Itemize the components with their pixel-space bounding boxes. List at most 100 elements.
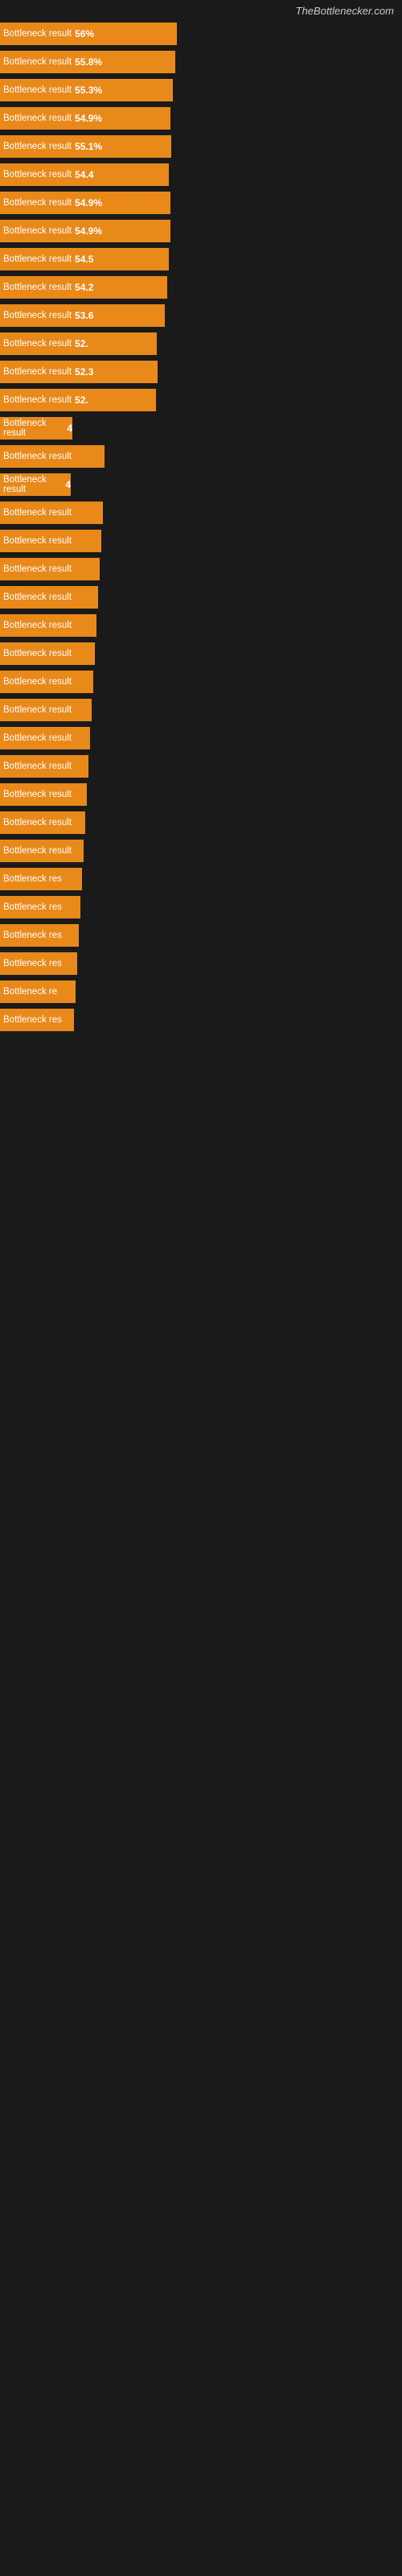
bar-fill: Bottleneck res (0, 1009, 74, 1031)
bar-fill: Bottleneck result (0, 642, 95, 665)
bar-container: Bottleneck result55.1% (0, 135, 402, 158)
bar-row: Bottleneck result (0, 753, 402, 781)
bar-fill: Bottleneck res (0, 952, 77, 975)
bar-fill: Bottleneck result (0, 727, 90, 749)
bar-label: Bottleneck result (3, 762, 72, 771)
bar-row: Bottleneck result (0, 781, 402, 809)
site-header: TheBottlenecker.com (0, 0, 402, 20)
bar-label: Bottleneck result (3, 475, 62, 494)
bar-label: Bottleneck res (3, 931, 62, 940)
bar-row: Bottleneck result (0, 640, 402, 668)
bar-fill: Bottleneck result56% (0, 23, 177, 45)
bar-fill: Bottleneck result52. (0, 332, 157, 355)
bar-container: Bottleneck result54.9% (0, 220, 402, 242)
bar-fill: Bottleneck result55.3% (0, 79, 173, 101)
bar-fill: Bottleneck result (0, 502, 103, 524)
bar-row: Bottleneck result (0, 499, 402, 527)
bar-value: 54.9% (72, 197, 102, 208)
bar-fill: Bottleneck result (0, 586, 98, 609)
bar-fill: Bottleneck result (0, 445, 105, 468)
bar-value: 54.2 (72, 282, 93, 293)
bar-container: Bottleneck result4 (0, 473, 402, 496)
bar-value: 53.6 (72, 310, 93, 321)
bar-label: Bottleneck result (3, 508, 72, 518)
bar-value: 54.5 (72, 254, 93, 265)
bar-label: Bottleneck result (3, 592, 72, 602)
bar-label: Bottleneck res (3, 874, 62, 884)
bar-container: Bottleneck result55.3% (0, 79, 402, 101)
bar-fill: Bottleneck result54.4 (0, 163, 169, 186)
bar-row: Bottleneck result (0, 668, 402, 696)
bar-fill: Bottleneck re (0, 980, 76, 1003)
bar-fill: Bottleneck result (0, 614, 96, 637)
bar-value: 54.9% (72, 113, 102, 124)
bar-label: Bottleneck result (3, 733, 72, 743)
bar-row: Bottleneck result (0, 527, 402, 555)
bar-container: Bottleneck result (0, 811, 402, 834)
bar-row: Bottleneck res (0, 865, 402, 894)
bar-label: Bottleneck result (3, 85, 72, 95)
bar-value: 55.1% (72, 141, 102, 152)
bar-fill: Bottleneck result (0, 558, 100, 580)
bar-container: Bottleneck res (0, 868, 402, 890)
bar-container: Bottleneck result (0, 727, 402, 749)
bar-row: Bottleneck result52. (0, 386, 402, 415)
bar-container: Bottleneck result (0, 445, 402, 468)
bar-row: Bottleneck result54.9% (0, 189, 402, 217)
bar-label: Bottleneck result (3, 649, 72, 658)
bar-label: Bottleneck result (3, 57, 72, 67)
bar-label: Bottleneck res (3, 959, 62, 968)
bar-label: Bottleneck re (3, 987, 57, 997)
bar-label: Bottleneck result (3, 114, 72, 123)
bar-fill: Bottleneck result (0, 840, 84, 862)
bar-fill: Bottleneck result54.9% (0, 220, 170, 242)
bar-container: Bottleneck result (0, 502, 402, 524)
bar-container: Bottleneck result (0, 530, 402, 552)
bar-container: Bottleneck result54.2 (0, 276, 402, 299)
bar-container: Bottleneck result55.8% (0, 51, 402, 73)
bar-container: Bottleneck result54.4 (0, 163, 402, 186)
bar-fill: Bottleneck result4 (0, 417, 72, 440)
bar-row: Bottleneck result (0, 443, 402, 471)
bar-row: Bottleneck result52. (0, 330, 402, 358)
bar-container: Bottleneck result (0, 671, 402, 693)
bar-container: Bottleneck result54.9% (0, 192, 402, 214)
bar-container: Bottleneck result54.5 (0, 248, 402, 270)
bar-label: Bottleneck result (3, 677, 72, 687)
bar-container: Bottleneck res (0, 924, 402, 947)
bar-fill: Bottleneck result (0, 811, 85, 834)
bar-fill: Bottleneck result52.3 (0, 361, 158, 383)
bar-container: Bottleneck result56% (0, 23, 402, 45)
bar-label: Bottleneck result (3, 790, 72, 799)
bars-container: Bottleneck result56%Bottleneck result55.… (0, 20, 402, 1034)
bar-label: Bottleneck result (3, 564, 72, 574)
bar-container: Bottleneck re (0, 980, 402, 1003)
bar-row: Bottleneck result54.2 (0, 274, 402, 302)
bar-fill: Bottleneck res (0, 924, 79, 947)
bar-label: Bottleneck result (3, 254, 72, 264)
bar-row: Bottleneck result (0, 612, 402, 640)
bar-fill: Bottleneck result55.1% (0, 135, 171, 158)
bar-row: Bottleneck result54.5 (0, 246, 402, 274)
bar-row: Bottleneck re (0, 978, 402, 1006)
bar-label: Bottleneck result (3, 419, 64, 438)
bar-fill: Bottleneck result54.5 (0, 248, 169, 270)
bar-container: Bottleneck res (0, 896, 402, 919)
bar-fill: Bottleneck result53.6 (0, 304, 165, 327)
bar-row: Bottleneck result4 (0, 415, 402, 443)
bar-row: Bottleneck result4 (0, 471, 402, 499)
bar-value: 4 (64, 423, 72, 434)
bar-value: 52. (72, 338, 88, 349)
bar-fill: Bottleneck result54.9% (0, 192, 170, 214)
bar-label: Bottleneck result (3, 705, 72, 715)
bar-container: Bottleneck res (0, 1009, 402, 1031)
bar-container: Bottleneck result (0, 755, 402, 778)
bar-label: Bottleneck result (3, 226, 72, 236)
bar-fill: Bottleneck result (0, 530, 101, 552)
bar-label: Bottleneck result (3, 283, 72, 292)
bar-row: Bottleneck result (0, 555, 402, 584)
bar-fill: Bottleneck result55.8% (0, 51, 175, 73)
bar-label: Bottleneck result (3, 170, 72, 180)
bar-row: Bottleneck result56% (0, 20, 402, 48)
bar-row: Bottleneck result52.3 (0, 358, 402, 386)
